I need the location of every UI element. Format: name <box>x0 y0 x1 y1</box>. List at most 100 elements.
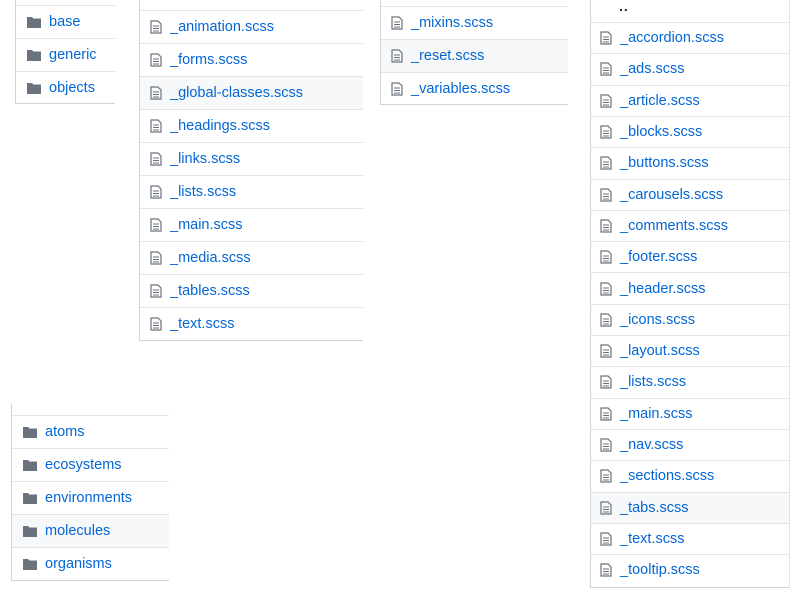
folder-list-top: base generic objects <box>15 0 115 104</box>
file-icon <box>600 188 612 202</box>
file-icon <box>150 317 162 331</box>
file-name: _media.scss <box>170 250 251 266</box>
file-name: _variables.scss <box>411 81 511 97</box>
list-item[interactable]: _article.scss <box>591 84 789 116</box>
file-name: _tabs.scss <box>620 499 689 516</box>
file-icon <box>150 251 162 265</box>
file-name: _main.scss <box>620 405 693 422</box>
list-item[interactable]: _reset.scss <box>381 39 568 72</box>
list-item[interactable]: _main.scss <box>140 208 363 241</box>
list-item[interactable]: _animation.scss <box>140 10 363 43</box>
list-item[interactable]: _header.scss <box>591 272 789 303</box>
file-icon <box>600 438 612 452</box>
file-icon <box>600 375 612 390</box>
list-item[interactable]: _text.scss <box>591 522 789 554</box>
parent-directory-link[interactable]: .. <box>591 0 789 22</box>
file-name: _ads.scss <box>620 61 685 78</box>
list-item[interactable]: _tabs.scss <box>591 491 789 523</box>
list-item[interactable]: _accordion.scss <box>591 22 789 53</box>
file-name: _lists.scss <box>170 184 237 200</box>
file-icon <box>150 152 162 166</box>
list-item[interactable]: _lists.scss <box>591 366 789 397</box>
list-item[interactable]: _text.scss <box>140 307 363 340</box>
list-item[interactable]: _links.scss <box>140 142 363 175</box>
file-name: _animation.scss <box>170 19 274 35</box>
file-name: _global-classes.scss <box>170 85 303 101</box>
list-item[interactable]: _sections.scss <box>591 460 789 491</box>
folder-name: atoms <box>45 424 85 440</box>
file-name: _reset.scss <box>411 48 485 64</box>
list-item[interactable]: _variables.scss <box>381 72 568 105</box>
file-name: _nav.scss <box>620 437 684 454</box>
list-item[interactable]: _nav.scss <box>591 428 789 460</box>
file-icon <box>600 281 612 296</box>
list-item[interactable]: objects <box>16 71 115 104</box>
list-item[interactable]: _footer.scss <box>591 241 789 272</box>
list-item[interactable]: _buttons.scss <box>591 147 789 178</box>
folder-name: objects <box>49 80 95 96</box>
file-icon <box>600 62 612 77</box>
list-item[interactable]: molecules <box>12 514 169 547</box>
list-item[interactable]: _ads.scss <box>591 53 789 84</box>
file-name: _buttons.scss <box>620 155 709 172</box>
file-name: _main.scss <box>170 217 243 233</box>
file-name: _article.scss <box>620 92 700 109</box>
list-item[interactable]: _lists.scss <box>140 175 363 208</box>
list-item[interactable]: _mixins.scss <box>381 6 568 39</box>
list-item[interactable]: _headings.scss <box>140 109 363 142</box>
file-list-c: .. _accordion.scss _ads.scss _article.sc… <box>590 0 790 588</box>
file-icon <box>600 31 612 45</box>
file-name: _forms.scss <box>170 52 248 68</box>
folder-icon <box>27 16 41 28</box>
list-item[interactable]: _main.scss <box>591 397 789 429</box>
file-icon <box>150 119 162 133</box>
folder-list-bottom: atoms ecosystems environments molecules … <box>11 404 169 581</box>
list-item[interactable]: _tables.scss <box>140 274 363 307</box>
list-item[interactable]: _tooltip.scss <box>591 554 789 585</box>
file-icon <box>600 125 612 139</box>
list-item[interactable]: _forms.scss <box>140 43 363 76</box>
list-item[interactable]: organisms <box>12 547 169 580</box>
folder-icon <box>23 525 37 537</box>
file-icon <box>600 313 612 327</box>
file-icon <box>600 94 612 108</box>
list-item[interactable]: base <box>16 5 115 38</box>
list-item[interactable]: _icons.scss <box>591 303 789 335</box>
file-name: _header.scss <box>620 280 706 297</box>
list-item[interactable]: generic <box>16 38 115 71</box>
file-name: _tooltip.scss <box>620 562 700 579</box>
file-name: _mixins.scss <box>411 15 494 31</box>
file-icon <box>150 284 162 298</box>
file-icon <box>600 501 612 515</box>
file-icon <box>150 86 162 100</box>
file-name: _links.scss <box>170 151 241 167</box>
file-name: _text.scss <box>170 316 235 332</box>
file-name: _icons.scss <box>620 311 695 328</box>
folder-name: organisms <box>45 556 112 572</box>
file-name: _lists.scss <box>620 374 687 391</box>
file-icon <box>600 156 612 170</box>
file-name: _blocks.scss <box>620 124 703 141</box>
folder-icon <box>23 426 37 438</box>
file-name: _tables.scss <box>170 283 250 299</box>
file-name: _accordion.scss <box>620 30 724 47</box>
file-icon <box>391 49 403 63</box>
list-item[interactable]: environments <box>12 481 169 514</box>
file-icon <box>150 53 162 67</box>
list-item[interactable]: atoms <box>12 415 169 448</box>
folder-icon <box>27 82 41 94</box>
file-icon <box>150 185 162 199</box>
file-name: _carousels.scss <box>620 186 724 203</box>
list-item[interactable]: _carousels.scss <box>591 178 789 210</box>
file-name: _comments.scss <box>620 217 728 234</box>
folder-name: ecosystems <box>45 457 122 473</box>
list-item[interactable]: ecosystems <box>12 448 169 481</box>
folder-name: base <box>49 14 81 30</box>
list-item[interactable]: _layout.scss <box>591 335 789 366</box>
folder-icon <box>27 49 41 61</box>
list-item[interactable]: _global-classes.scss <box>140 76 363 109</box>
list-item[interactable]: _blocks.scss <box>591 115 789 147</box>
file-name: _sections.scss <box>620 468 715 485</box>
list-item[interactable]: _comments.scss <box>591 209 789 241</box>
list-item[interactable]: _media.scss <box>140 241 363 274</box>
